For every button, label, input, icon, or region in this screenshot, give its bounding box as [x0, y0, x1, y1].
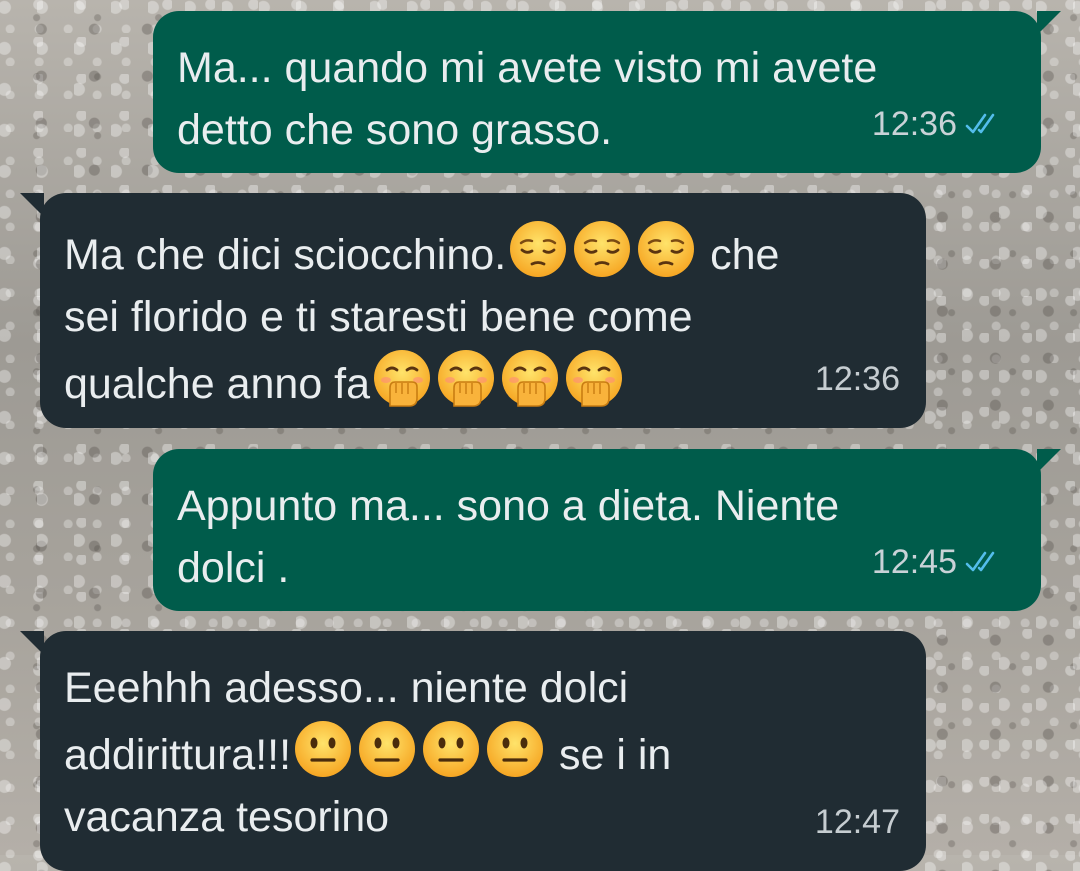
message-line: sei florido e ti staresti bene come: [64, 286, 779, 348]
message-line: Ma... quando mi avete visto mi avete: [177, 37, 877, 99]
bubble-tail: [20, 193, 44, 217]
double-check-icon: [965, 547, 1009, 577]
message-line: qualche anno fa: [64, 348, 779, 415]
bubble-tail: [1037, 11, 1061, 35]
message-meta: 12:47: [815, 791, 900, 853]
message-meta: 12:36: [872, 93, 1009, 155]
message-text-span: Ma... quando mi avete visto mi avete: [177, 44, 878, 92]
hand-over-mouth-face-emoji-icon: [500, 348, 560, 408]
hand-over-mouth-face-emoji-icon: [372, 348, 432, 408]
message-text-span: detto che sono grasso.: [177, 106, 613, 154]
message-text: Eeehhh adesso... niente dolci addirittura…: [64, 657, 671, 848]
message-text-span: che: [698, 231, 780, 279]
message-text-span: Appunto ma... sono a dieta. Niente: [177, 482, 840, 530]
outgoing-message-bubble[interactable]: Appunto ma... sono a dieta. Niente dolci …: [153, 449, 1061, 611]
neutral-face-emoji-icon: [485, 719, 545, 779]
message-time: 12:45: [871, 543, 957, 581]
message-line: Eeehhh adesso... niente dolci: [64, 657, 671, 719]
message-line: addirittura!!! se i in: [64, 719, 671, 786]
message-text-span: Eeehhh adesso... niente dolci: [64, 664, 629, 712]
message-line: Ma che dici sciocchino. che: [64, 219, 779, 286]
message-line: Appunto ma... sono a dieta. Niente: [177, 475, 839, 537]
message-text-span: vacanza tesorino: [64, 793, 390, 841]
message-text-span: sei florido e ti staresti bene come: [64, 293, 693, 341]
message-line: detto che sono grasso.: [177, 99, 877, 161]
message-text-span: addirittura!!!: [64, 731, 292, 779]
hand-over-mouth-face-emoji-icon: [436, 348, 496, 408]
message-line: vacanza tesorino: [64, 786, 671, 848]
neutral-face-emoji-icon: [421, 719, 481, 779]
message-text: Ma... quando mi avete visto mi avete dett…: [177, 37, 877, 161]
bubble-tail: [1037, 449, 1061, 473]
neutral-face-emoji-icon: [357, 719, 417, 779]
message-meta: 12:36: [815, 348, 900, 410]
message-time: 12:36: [871, 105, 957, 143]
double-check-icon: [965, 109, 1009, 139]
message-time: 12:36: [814, 360, 900, 398]
incoming-message-bubble[interactable]: Eeehhh adesso... niente dolci addirittura…: [20, 631, 926, 871]
pensive-face-emoji-icon: [636, 219, 696, 279]
bubble-tail: [20, 631, 44, 655]
message-text-span: se i in: [547, 731, 672, 779]
incoming-message-bubble[interactable]: Ma che dici sciocchino. che sei florido e…: [20, 193, 926, 428]
message-text: Ma che dici sciocchino. che sei florido e…: [64, 219, 779, 415]
message-text-span: dolci .: [177, 544, 290, 592]
neutral-face-emoji-icon: [293, 719, 353, 779]
message-line: dolci .: [177, 537, 839, 599]
message-meta: 12:45: [872, 531, 1009, 593]
message-text: Appunto ma... sono a dieta. Niente dolci …: [177, 475, 839, 599]
outgoing-message-bubble[interactable]: Ma... quando mi avete visto mi avete dett…: [153, 11, 1061, 173]
message-text-span: qualche anno fa: [64, 360, 371, 408]
message-text-span: Ma che dici sciocchino.: [64, 231, 507, 279]
message-time: 12:47: [814, 803, 900, 841]
hand-over-mouth-face-emoji-icon: [564, 348, 624, 408]
pensive-face-emoji-icon: [508, 219, 568, 279]
pensive-face-emoji-icon: [572, 219, 632, 279]
